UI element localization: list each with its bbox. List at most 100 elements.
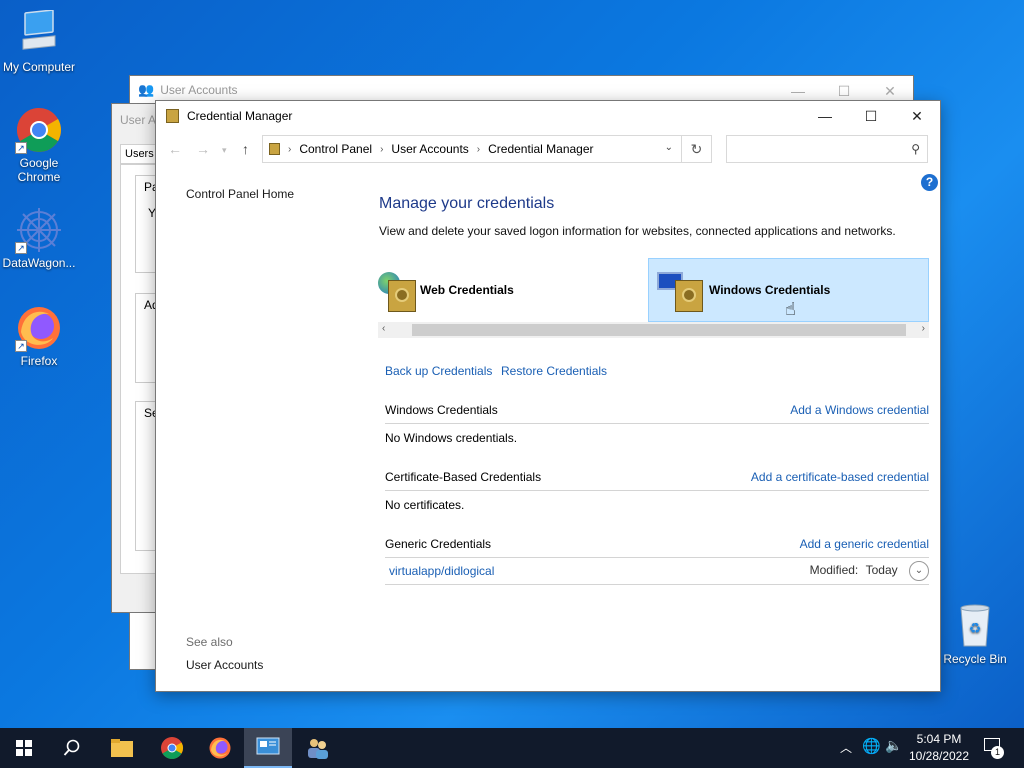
start-button[interactable]: [0, 728, 48, 768]
window-title: User Accounts: [160, 83, 238, 97]
clock[interactable]: 5:04 PM 10/28/2022: [906, 731, 972, 765]
network-globe-icon[interactable]: 🌐: [862, 737, 881, 755]
clock-time: 5:04 PM: [916, 732, 962, 746]
breadcrumb-user-accounts[interactable]: User Accounts: [391, 142, 468, 156]
expand-chevron-icon[interactable]: ⌄: [909, 561, 929, 581]
desktop-icon-my-computer[interactable]: My Computer: [0, 9, 78, 74]
page-title: Manage your credentials: [379, 195, 555, 212]
breadcrumb-separator-icon: ›: [380, 143, 384, 155]
search-icon: ⚲: [911, 142, 920, 156]
desktop-icon-label: Firefox: [20, 354, 58, 368]
breadcrumb-separator-icon: ›: [288, 143, 292, 155]
taskbar-firefox[interactable]: [196, 728, 244, 768]
windows-credentials-icon: [657, 266, 707, 314]
scroll-left-icon[interactable]: ‹: [382, 323, 385, 334]
breadcrumb-control-panel[interactable]: Control Panel: [299, 142, 372, 156]
modified-value: Today: [865, 563, 898, 578]
credential-name[interactable]: virtualapp/didlogical: [389, 564, 494, 578]
close-button[interactable]: ✕: [894, 101, 940, 131]
user-accounts-icon: [308, 739, 328, 759]
control-panel-icon: [269, 143, 280, 155]
forward-arrow-icon[interactable]: →: [196, 141, 210, 157]
section-header: Certificate-Based Credentials Add a cert…: [385, 470, 929, 491]
taskbar-file-explorer[interactable]: [98, 728, 146, 768]
desktop-icon-recycle-bin[interactable]: ♻ Recycle Bin: [936, 602, 1014, 666]
back-arrow-icon[interactable]: ←: [168, 141, 182, 157]
taskbar-control-panel[interactable]: [244, 728, 292, 768]
section-title: Generic Credentials: [385, 537, 492, 551]
refresh-button[interactable]: ↻: [682, 135, 712, 163]
tile-web-credentials[interactable]: Web Credentials: [378, 258, 648, 322]
section-title: Certificate-Based Credentials: [385, 470, 542, 484]
credential-manager-icon: [166, 109, 179, 123]
breadcrumb-credential-manager[interactable]: Credential Manager: [488, 142, 593, 156]
title-bar[interactable]: Credential Manager — ☐ ✕: [156, 101, 940, 131]
tiles-scrollbar[interactable]: ‹ ›: [378, 322, 929, 338]
search-input[interactable]: ⚲: [726, 135, 928, 163]
notification-badge: 1: [991, 746, 1004, 759]
computer-icon: [15, 9, 63, 58]
firefox-icon: ↗: [15, 304, 63, 352]
breadcrumb-separator-icon: ›: [476, 143, 481, 155]
certificate-credentials-section: Certificate-Based Credentials Add a cert…: [385, 470, 929, 512]
navigation-bar: ← → ▾ ↑ › Control Panel › User Accounts …: [156, 131, 940, 169]
scroll-right-icon[interactable]: ›: [922, 323, 925, 334]
see-also-user-accounts-link[interactable]: User Accounts: [186, 658, 263, 672]
modified-label: Modified:: [809, 563, 859, 578]
folder-icon: [111, 739, 133, 757]
page-description: View and delete your saved logon informa…: [379, 224, 896, 238]
recycle-bin-icon: ♻: [951, 602, 999, 650]
clock-date: 10/28/2022: [908, 749, 970, 763]
desktop-icon-datawagon[interactable]: ↗ DataWagon...: [0, 206, 78, 270]
volume-icon[interactable]: 🔈: [885, 737, 902, 754]
add-certificate-credential-link[interactable]: Add a certificate-based credential: [751, 470, 929, 484]
desktop-icon-label: Google Chrome: [17, 156, 61, 184]
windows-logo-icon: [16, 740, 32, 756]
windows-credentials-section: Windows Credentials Add a Windows creden…: [385, 403, 929, 445]
address-dropdown-icon[interactable]: ⌄: [665, 142, 673, 153]
notification-center-button[interactable]: 1: [984, 738, 1004, 759]
tile-label: Web Credentials: [420, 283, 514, 297]
desktop-icon-label: Recycle Bin: [943, 652, 1007, 666]
taskbar: ︿ 🌐 🔈 5:04 PM 10/28/2022 1: [0, 728, 1024, 768]
desktop-icon-label: My Computer: [2, 60, 76, 74]
shortcut-arrow-icon: ↗: [15, 340, 27, 352]
tile-windows-credentials[interactable]: Windows Credentials ☝: [648, 258, 929, 322]
generic-credentials-section: Generic Credentials Add a generic creden…: [385, 537, 929, 585]
help-button[interactable]: ?: [921, 174, 938, 191]
scrollbar-thumb[interactable]: [412, 324, 906, 336]
show-hidden-icons-chevron-icon[interactable]: ︿: [840, 739, 852, 756]
section-title: Windows Credentials: [385, 403, 498, 417]
recent-locations-icon[interactable]: ▾: [222, 145, 227, 156]
taskbar-chrome[interactable]: [148, 728, 196, 768]
firefox-icon: [209, 737, 231, 759]
web-credentials-icon: [378, 266, 418, 314]
chrome-icon: ↗: [15, 106, 63, 154]
user-accounts-icon: 👥: [138, 82, 155, 97]
address-bar[interactable]: › Control Panel › User Accounts › Creden…: [262, 135, 682, 163]
credential-manager-window[interactable]: Credential Manager — ☐ ✕ ← → ▾ ↑ › Contr…: [155, 100, 941, 692]
hand-cursor-icon: ☝: [785, 299, 796, 319]
up-arrow-icon[interactable]: ↑: [242, 141, 249, 157]
help-icon: ?: [925, 175, 934, 189]
datawagon-icon: ↗: [15, 206, 63, 254]
minimize-button[interactable]: —: [802, 101, 848, 131]
refresh-icon: ↻: [690, 140, 703, 157]
restore-credentials-link[interactable]: Restore Credentials: [501, 364, 607, 378]
search-button[interactable]: [48, 728, 96, 768]
back-up-credentials-link[interactable]: Back up Credentials: [385, 364, 492, 378]
desktop-icon-google-chrome[interactable]: ↗ Google Chrome: [0, 106, 78, 184]
desktop-icon-firefox[interactable]: ↗ Firefox: [0, 304, 78, 368]
maximize-button[interactable]: ☐: [848, 101, 894, 131]
section-empty-text: No certificates.: [385, 498, 465, 512]
taskbar-user-accounts[interactable]: [294, 728, 342, 768]
svg-text:♻: ♻: [969, 621, 982, 637]
control-panel-home-link[interactable]: Control Panel Home: [186, 187, 294, 201]
credential-row[interactable]: virtualapp/didlogical Modified: Today ⌄: [385, 558, 929, 585]
section-header: Windows Credentials Add a Windows creden…: [385, 403, 929, 424]
add-generic-credential-link[interactable]: Add a generic credential: [800, 537, 929, 551]
search-icon: [63, 739, 80, 756]
credential-type-tiles: Web Credentials Windows Credentials ☝ ‹ …: [378, 258, 929, 338]
add-windows-credential-link[interactable]: Add a Windows credential: [790, 403, 929, 417]
chrome-icon: [161, 737, 183, 759]
